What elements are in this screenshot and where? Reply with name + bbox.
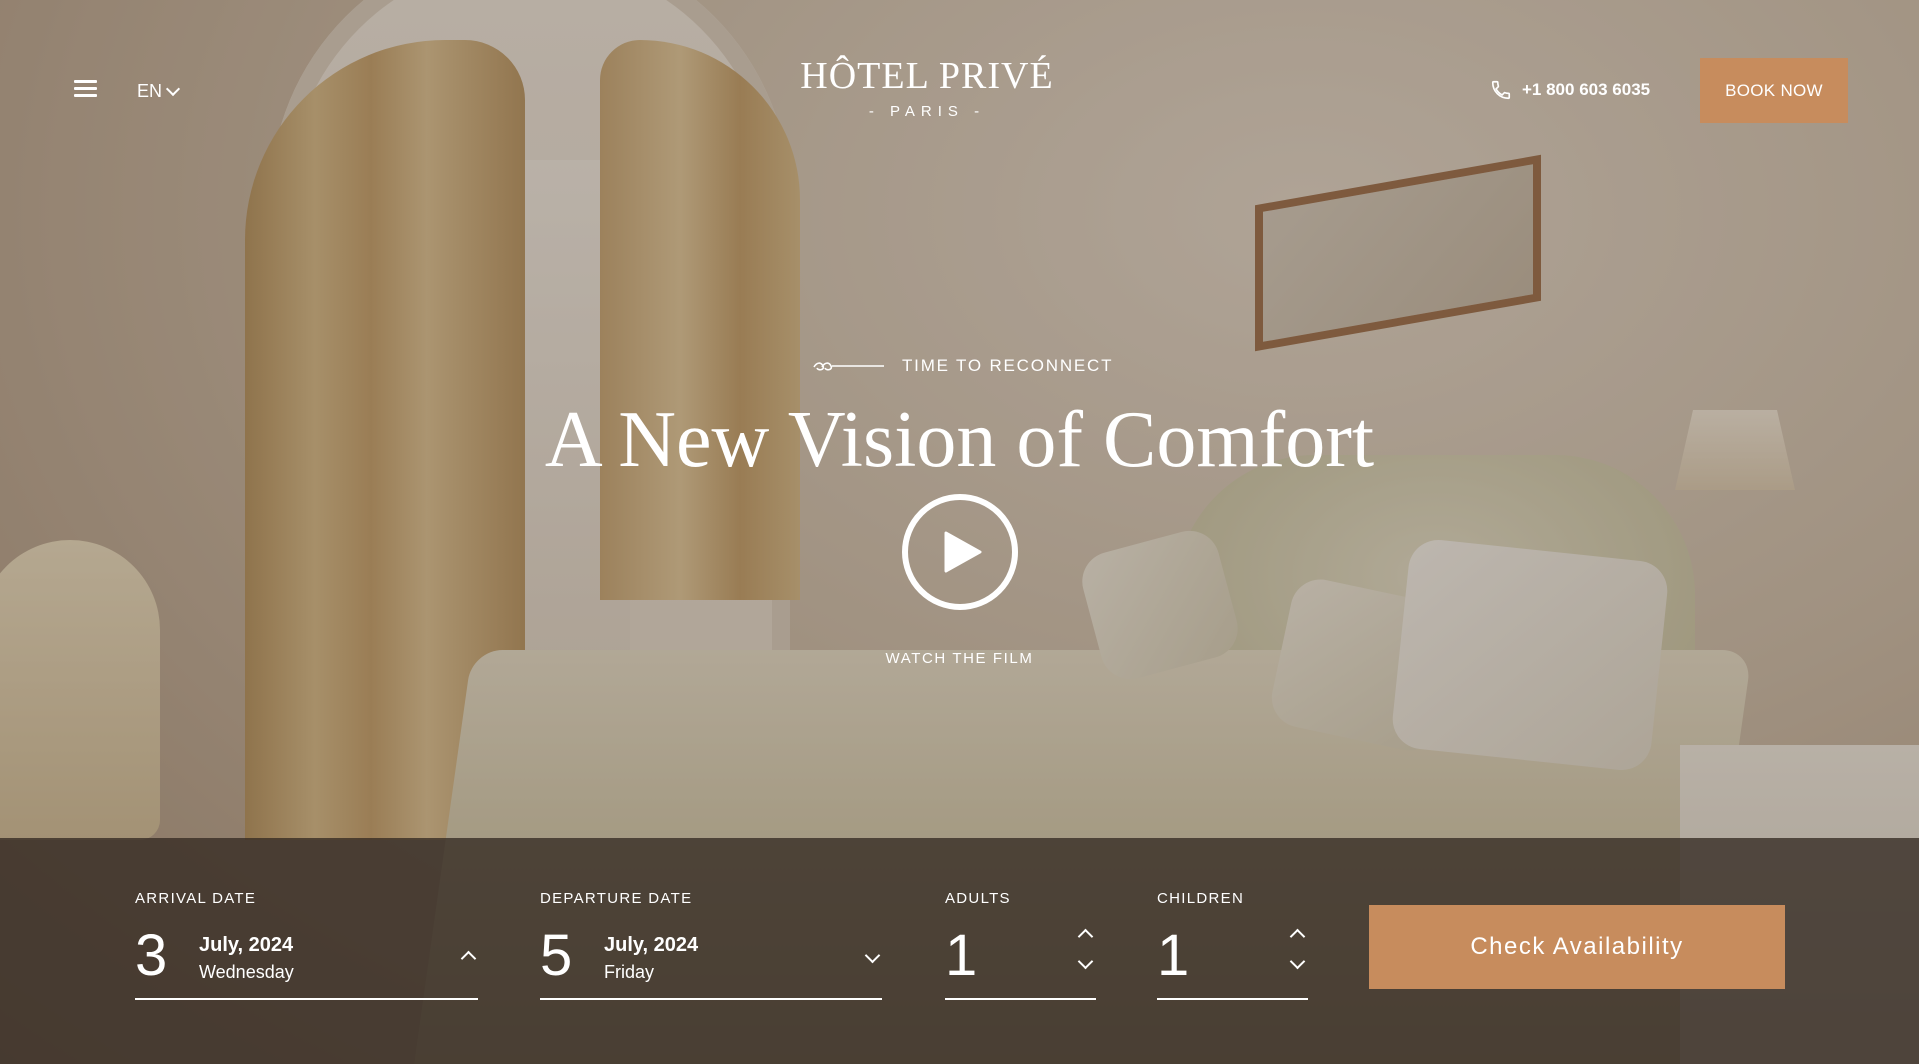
book-now-button[interactable]: BOOK NOW — [1700, 58, 1848, 123]
hero-eyebrow: TIME TO RECONNECT — [812, 356, 1113, 376]
arrival-month: July, 2024 — [199, 934, 294, 956]
children-stepper[interactable]: 1 — [1157, 922, 1308, 1000]
children-value: 1 — [1157, 923, 1190, 988]
play-video-button[interactable] — [902, 494, 1018, 610]
chevron-down-icon[interactable] — [1075, 953, 1095, 972]
departure-month: July, 2024 — [604, 934, 699, 956]
watch-film-link[interactable]: WATCH THE FILM — [0, 650, 1919, 667]
children-label: CHILDREN — [1157, 890, 1245, 907]
ornament-icon — [813, 362, 884, 371]
eyebrow-text: TIME TO RECONNECT — [902, 356, 1114, 375]
phone-icon — [1491, 80, 1511, 100]
menu-icon[interactable] — [74, 80, 97, 100]
logo-city: - PARIS - — [868, 103, 986, 120]
booking-bar: ARRIVAL DATE 3 July, 2024 Wednesday DEPA… — [0, 838, 1919, 1064]
play-icon — [944, 531, 982, 573]
chevron-up-icon[interactable] — [458, 948, 478, 967]
logo[interactable]: HÔTEL PRIVÉ - PARIS - — [760, 55, 1094, 120]
chevron-up-icon[interactable] — [1075, 926, 1095, 945]
phone-link[interactable]: +1 800 603 6035 — [1490, 79, 1650, 101]
departure-day: 5 — [540, 923, 573, 988]
adults-label: ADULTS — [945, 890, 1011, 907]
adults-stepper[interactable]: 1 — [945, 922, 1096, 1000]
departure-date-label: DEPARTURE DATE — [540, 890, 693, 907]
arrival-date-label: ARRIVAL DATE — [135, 890, 257, 907]
logo-name: HÔTEL PRIVÉ — [800, 55, 1054, 97]
check-availability-button[interactable]: Check Availability — [1369, 905, 1785, 989]
language-selector[interactable]: EN — [137, 80, 181, 102]
language-label: EN — [137, 80, 163, 101]
arrival-date-picker[interactable]: 3 July, 2024 Wednesday — [135, 922, 478, 1000]
phone-number: +1 800 603 6035 — [1522, 80, 1651, 99]
departure-date-picker[interactable]: 5 July, 2024 Friday — [540, 922, 882, 1000]
chevron-down-icon[interactable] — [862, 947, 882, 966]
arrival-weekday: Wednesday — [199, 962, 294, 982]
hero-title: A New Vision of Comfort — [544, 396, 1375, 484]
adults-value: 1 — [945, 923, 978, 988]
chevron-up-icon[interactable] — [1287, 926, 1307, 945]
departure-weekday: Friday — [604, 962, 655, 982]
chevron-down-icon[interactable] — [1287, 953, 1307, 972]
chevron-down-icon — [165, 81, 181, 96]
arrival-day: 3 — [135, 923, 168, 988]
